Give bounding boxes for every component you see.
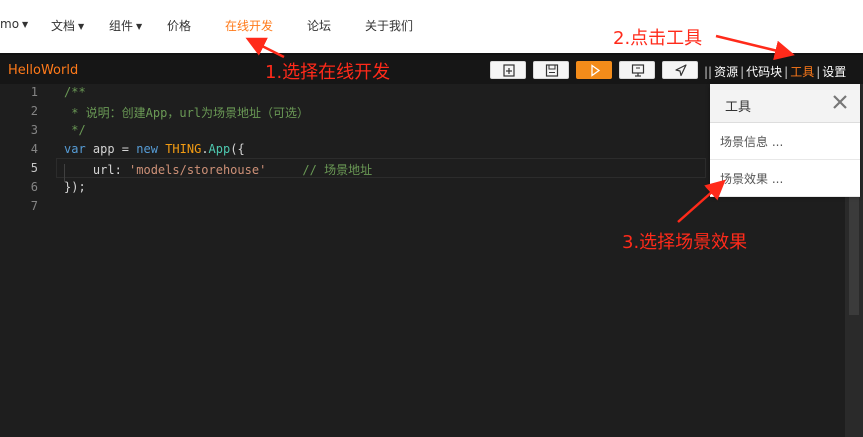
annotation-arrows — [245, 34, 795, 223]
annotation-step-2: 2.点击工具 — [613, 28, 703, 49]
arrow-to-scene-effects — [677, 179, 726, 223]
arrow-to-tools — [715, 34, 795, 61]
annotation-step-3: 3.选择场景效果 — [622, 232, 748, 253]
arrow-to-online-dev — [245, 37, 285, 59]
annotation-step-1: 1.选择在线开发 — [265, 62, 391, 83]
